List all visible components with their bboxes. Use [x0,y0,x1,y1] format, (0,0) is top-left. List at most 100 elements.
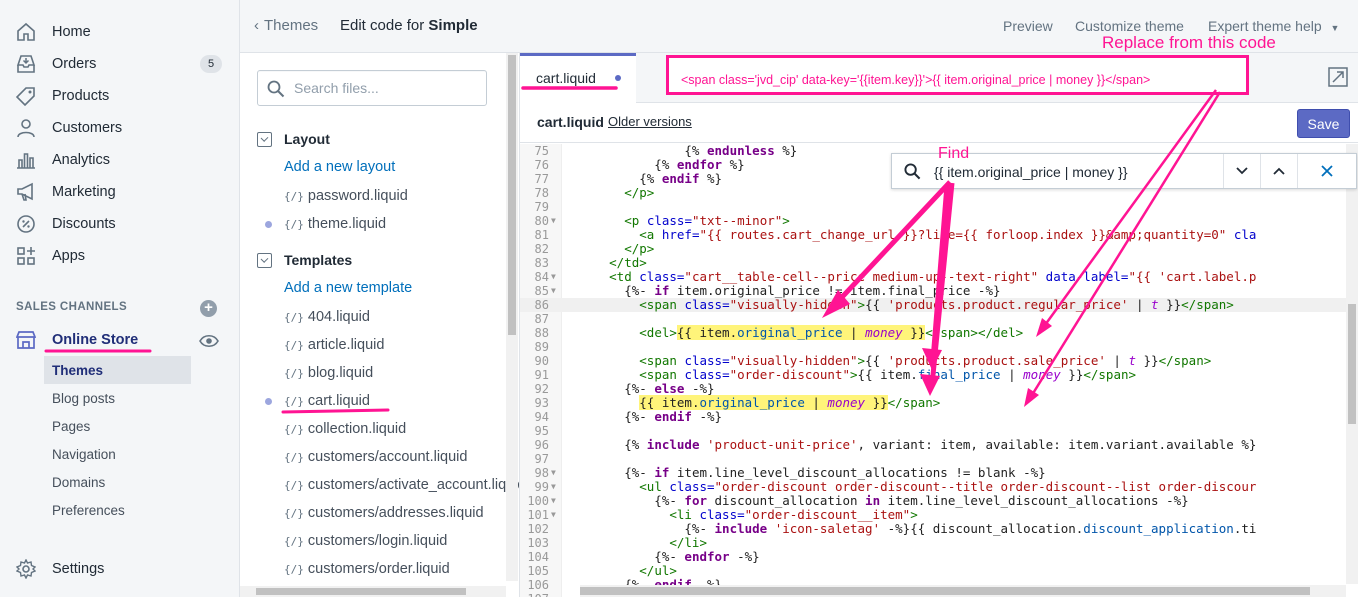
customize-theme-link[interactable]: Customize theme [1075,18,1184,34]
page-title: Edit code for Simple [340,17,478,34]
file-item[interactable]: {/} password.liquid [284,188,408,204]
file-item-label: customers/order.liquid [307,561,450,577]
code-line: 79 [520,200,1358,214]
scrollbar-thumb[interactable] [580,587,1310,595]
nav-analytics[interactable]: Analytics [0,145,240,175]
layout-section-heading[interactable]: Layout [257,131,330,147]
nav-customers[interactable]: Customers [0,113,240,143]
nav-settings[interactable]: Settings [0,554,240,584]
nav-products[interactable]: Products [0,81,240,111]
line-number: 82 [534,242,549,256]
file-item[interactable]: {/} customers/login.liquid [284,533,447,549]
code-vscrollbar[interactable] [1346,144,1358,584]
tab-cart-liquid[interactable]: cart.liquid [520,53,636,103]
preview-link[interactable]: Preview [1003,18,1053,34]
nav-marketing[interactable]: Marketing [0,177,240,207]
line-number: 98 [534,466,549,480]
back-to-themes-link[interactable]: ‹ Themes [254,17,318,34]
tag-icon [15,85,37,107]
scrollbar-thumb[interactable] [508,55,516,335]
file-item[interactable]: {/} collection.liquid [284,421,406,437]
code-line: 82 </p> [520,242,1358,257]
file-item[interactable]: {/} theme.liquid [284,216,386,232]
code-line: 80 ▼ <p class="txt--minor"> [520,214,1358,229]
code-line: 87 [520,312,1358,326]
line-number: 86 [534,298,549,312]
file-item-cart[interactable]: {/} cart.liquid [284,393,370,409]
folder-download-icon [257,252,272,268]
file-search-input[interactable] [294,78,479,98]
file-browser: Layout Add a new layout {/}password.liqu… [240,53,520,597]
file-item[interactable]: {/} article.liquid [284,337,384,353]
scrollbar-thumb[interactable] [256,588,466,595]
nav-apps[interactable]: Apps [0,241,240,271]
file-list-scrollbar[interactable] [506,53,518,581]
code-line: 100 ▼ {%- for discount_allocation in item… [520,494,1358,509]
line-number: 84 [534,270,549,284]
code-line: 93 {{ item.original_price | money }}</sp… [520,395,1358,410]
expert-help-dropdown[interactable]: Expert theme help ▼ [1208,18,1339,34]
nav-sub-themes[interactable]: Themes [44,356,191,384]
nav-discounts[interactable]: Discounts [0,209,240,239]
line-number: 103 [527,536,549,550]
code-line: 96 {% include 'product-unit-price', vari… [520,438,1358,453]
file-item[interactable]: {/} 404.liquid [284,309,370,325]
nav-sub-domains[interactable]: Domains [44,468,191,496]
orders-icon [15,53,37,75]
line-number: 107 [520,592,549,597]
nav-marketing-label: Marketing [52,184,116,200]
find-previous-button[interactable] [1260,154,1297,188]
store-icon [15,329,37,351]
nav-products-label: Products [52,88,110,104]
admin-nav: Home Orders 5 Products Customers Analyti… [0,0,240,597]
older-versions-link[interactable]: Older versions [608,114,692,129]
line-number: 80 [534,214,549,228]
line-number: 106 [527,578,549,592]
line-number: 99 [534,480,549,494]
nav-sub-pages[interactable]: Pages [44,412,191,440]
find-input[interactable] [934,162,1214,181]
close-icon [1321,165,1333,177]
file-item[interactable]: {/} customers/account.liquid [284,449,467,465]
expand-icon[interactable] [1328,67,1348,87]
file-item-label: customers/account.liquid [307,449,468,465]
liquid-file-icon: {/} [284,479,304,492]
page-title-prefix: Edit code for [340,17,429,34]
nav-sub-preferences[interactable]: Preferences [44,496,191,524]
scrollbar-thumb[interactable] [1348,304,1356,424]
editor-header: cart.liquid Older versions Save [520,103,1358,143]
save-button[interactable]: Save [1297,109,1350,138]
code-line: 84 ▼ <td class="cart__table-cell--price m… [520,270,1358,285]
nav-orders-label: Orders [52,56,97,72]
unsaved-dot [265,398,272,405]
templates-section-heading[interactable]: Templates [257,252,352,268]
add-sales-channel-button[interactable]: + [200,300,217,317]
file-item[interactable]: {/} customers/order.liquid [284,561,450,577]
nav-orders[interactable]: Orders 5 [0,49,240,79]
unsaved-dot [615,75,621,81]
line-number: 100 [527,494,549,508]
code-area[interactable]: 75 {% endunless %} 76 {% endfor %} 77 {%… [520,144,1358,597]
eye-icon[interactable] [199,333,219,349]
file-item-label: article.liquid [307,337,385,353]
liquid-file-icon: {/} [284,311,304,324]
file-list-hscrollbar[interactable] [240,586,506,597]
code-hscrollbar[interactable] [580,585,1346,597]
nav-home[interactable]: Home [0,17,240,47]
liquid-file-icon: {/} [284,395,304,408]
nav-sub-navigation[interactable]: Navigation [44,440,191,468]
nav-sub-blog-posts[interactable]: Blog posts [44,384,191,412]
line-number: 76 [534,158,549,172]
file-item[interactable]: {/} customers/addresses.liquid [284,505,484,521]
sales-channels-heading: SALES CHANNELS [16,301,128,313]
file-item-label: cart.liquid [307,393,370,409]
file-item[interactable]: {/} customers/activate_account.liquid [284,477,519,493]
find-close-button[interactable] [1297,154,1356,188]
templates-title: Templates [284,252,353,268]
home-icon [15,21,37,43]
find-next-button[interactable] [1223,154,1260,188]
file-item[interactable]: {/} blog.liquid [284,365,373,381]
add-layout-link[interactable]: Add a new layout [284,159,395,175]
replace-code-text: <span class='jvd_cip' data-key='{{item.k… [681,73,1151,87]
add-template-link[interactable]: Add a new template [284,280,412,296]
